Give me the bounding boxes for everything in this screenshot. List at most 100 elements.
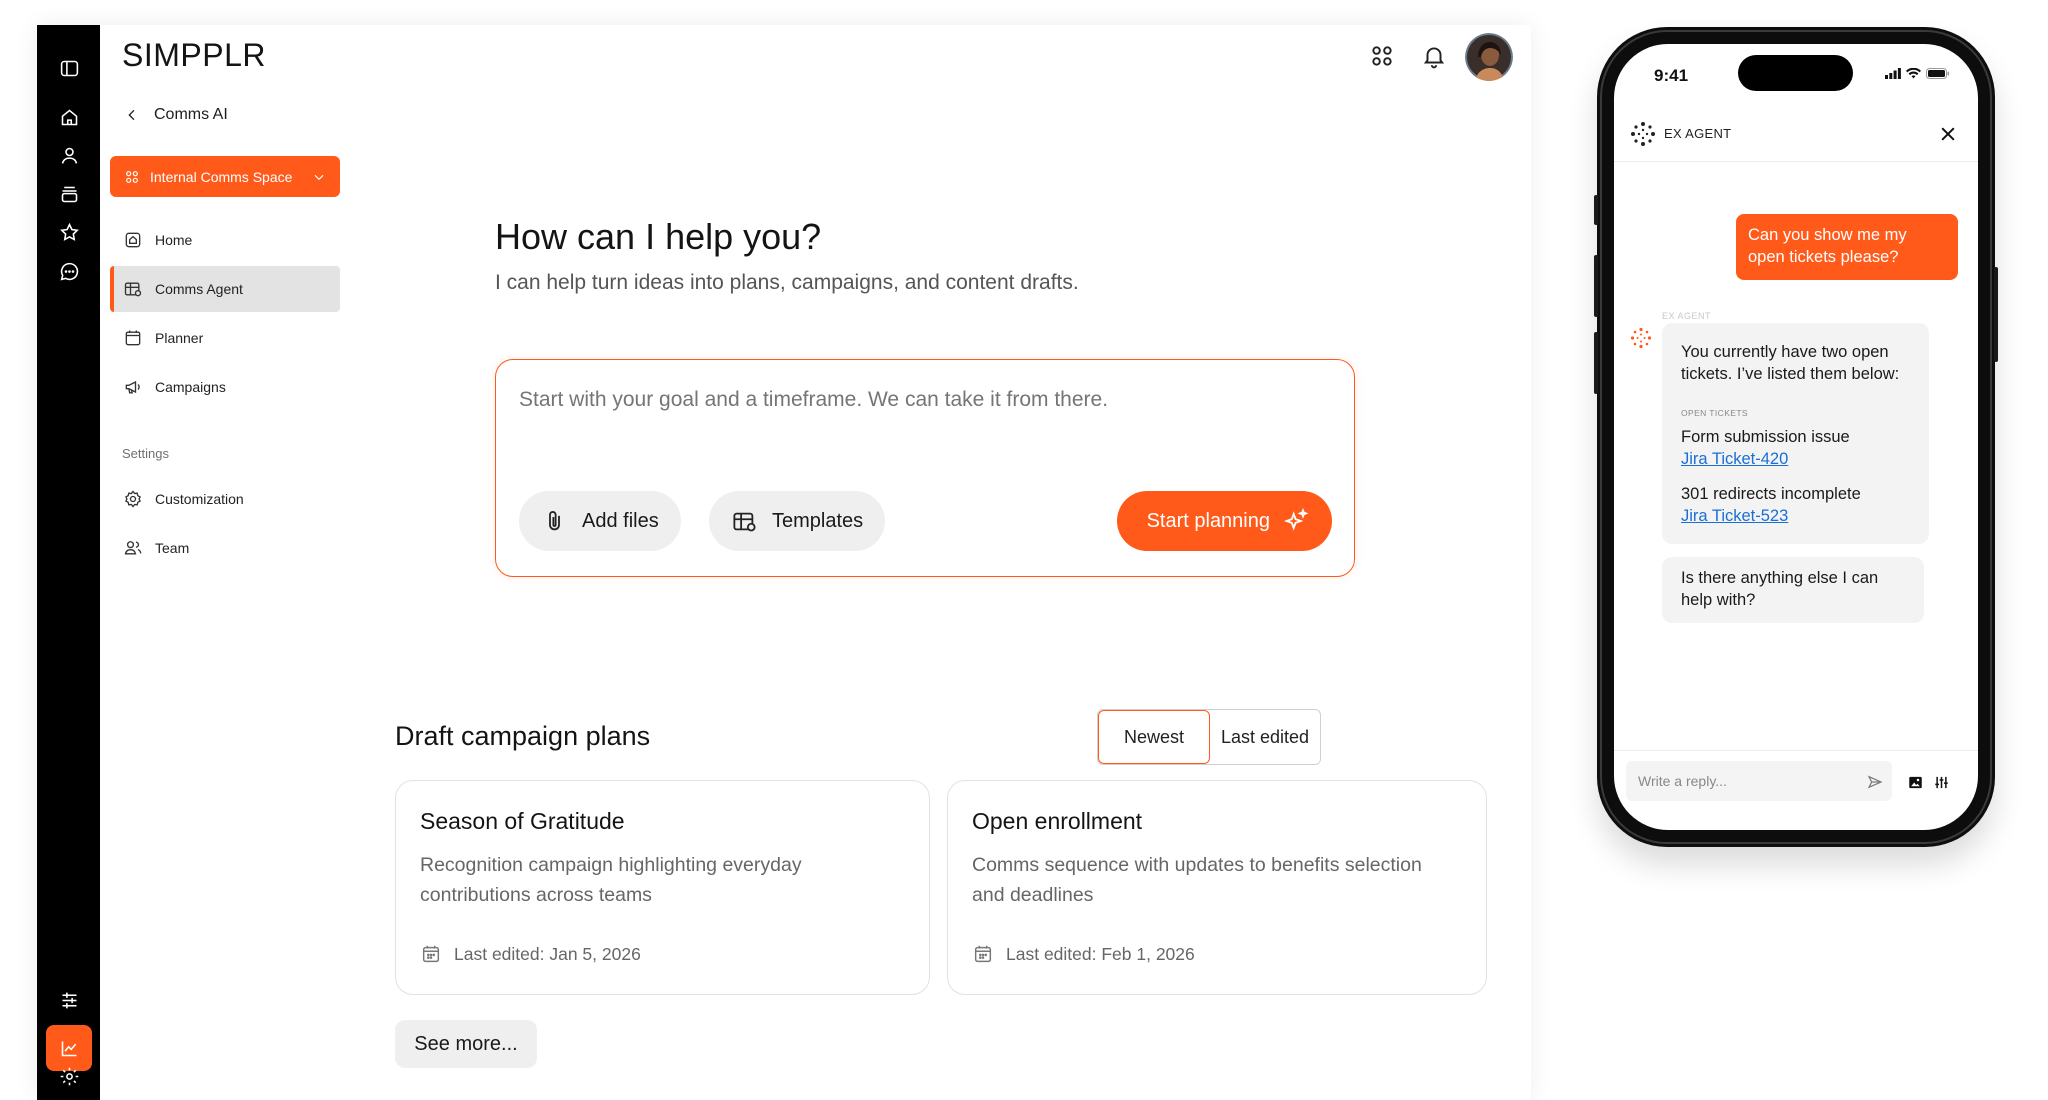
megaphone-icon (125, 380, 140, 394)
see-more-button[interactable]: See more... (395, 1020, 537, 1068)
home-icon (125, 232, 141, 248)
sparkle-icon (1283, 507, 1309, 531)
sidebar-item-team[interactable]: Team (110, 525, 340, 571)
prompt-input[interactable]: Start with your goal and a timeframe. We… (519, 388, 1108, 412)
dynamic-island (1738, 55, 1853, 91)
image-icon[interactable] (1908, 775, 1923, 790)
sidebar-item-planner[interactable]: Planner (110, 315, 340, 361)
status-icons (1885, 68, 1950, 79)
space-selector-label: Internal Comms Space (150, 168, 293, 185)
signal-icon (1885, 68, 1901, 79)
send-icon[interactable] (1867, 774, 1883, 790)
sidebar-item-label: Team (155, 540, 190, 556)
back-to-comms-ai[interactable]: Comms AI (124, 106, 228, 124)
open-tickets-label: OPEN TICKETS (1681, 408, 1748, 418)
sidebar-item-comms-agent[interactable]: Comms Agent (110, 266, 340, 312)
draft-card-date: Last edited: Feb 1, 2026 (972, 943, 1195, 965)
prompt-composer[interactable]: Start with your goal and a timeframe. We… (495, 359, 1355, 577)
sort-last-edited-button[interactable]: Last edited (1210, 710, 1320, 764)
add-files-label: Add files (582, 509, 659, 532)
ex-agent-logo-icon (1631, 122, 1655, 146)
app-window: SIMPPLR Comms AI Internal Comms Space Ho… (37, 25, 1531, 1100)
sidebar-item-home[interactable]: Home (110, 217, 340, 263)
notification-bell-icon[interactable] (1421, 43, 1447, 69)
reply-input[interactable] (1626, 761, 1892, 801)
calendar-icon (422, 945, 440, 963)
draft-card-description: Comms sequence with updates to benefits … (972, 854, 1422, 906)
close-icon[interactable] (1938, 124, 1958, 144)
gear-icon (125, 490, 141, 508)
rail-settings-icon[interactable] (46, 1053, 92, 1099)
phone-screen: 9:41 EX AGENT Can you show me my open ti… (1614, 44, 1978, 830)
apps-grid-icon[interactable] (1369, 43, 1395, 69)
ex-agent-avatar-icon (1630, 327, 1652, 349)
phone-mute-switch (1594, 195, 1598, 225)
sidebar-item-label: Planner (155, 330, 204, 346)
draft-card-date-label: Last edited: Jan 5, 2026 (454, 943, 641, 964)
chat-header: EX AGENT (1614, 107, 1978, 162)
users-icon (124, 541, 142, 555)
status-time: 9:41 (1654, 66, 1689, 85)
draft-card-date-label: Last edited: Feb 1, 2026 (1006, 943, 1195, 964)
table-icon (733, 512, 756, 531)
draft-card-title: Season of Gratitude (420, 808, 625, 834)
top-bar: SIMPPLR (100, 25, 1531, 89)
rail-chat-icon[interactable] (46, 248, 92, 294)
tune-icon[interactable] (1934, 775, 1949, 790)
sidebar-item-label: Customization (155, 491, 244, 507)
sidebar-item-label: Campaigns (155, 379, 226, 395)
phone-power-button (1994, 267, 1998, 362)
sidebar-toggle-icon[interactable] (46, 45, 92, 91)
paperclip-icon (549, 510, 560, 530)
user-avatar[interactable] (1465, 33, 1513, 81)
add-files-button[interactable]: Add files (519, 491, 681, 551)
ticket-title: Form submission issue (1681, 428, 1850, 446)
page-title: How can I help you? (495, 216, 822, 257)
wifi-icon (1906, 68, 1921, 79)
icon-rail (37, 25, 100, 1100)
draft-card[interactable]: Season of Gratitude Recognition campaign… (395, 780, 930, 995)
sidebar-item-label: Home (155, 232, 193, 248)
calendar-icon (125, 330, 141, 346)
draft-card-description: Recognition campaign highlighting everyd… (420, 854, 802, 906)
grid-icon (126, 170, 138, 183)
phone-mockup: 9:41 EX AGENT Can you show me my open ti… (1594, 27, 1998, 847)
sort-toggle: Newest Last edited (1097, 709, 1321, 765)
battery-icon (1926, 68, 1950, 79)
draft-card-date: Last edited: Jan 5, 2026 (420, 943, 641, 965)
ticket-link[interactable]: Jira Ticket-420 (1681, 448, 1910, 470)
start-planning-label: Start planning (1146, 509, 1270, 532)
main-content: How can I help you? I can help turn idea… (355, 89, 1531, 1100)
templates-label: Templates (772, 509, 864, 532)
composer-divider (1614, 750, 1978, 751)
rail-sliders-icon[interactable] (46, 977, 92, 1023)
user-message-bubble: Can you show me my open tickets please? (1736, 214, 1958, 280)
calendar-icon (974, 945, 992, 963)
draft-card[interactable]: Open enrollment Comms sequence with upda… (947, 780, 1487, 995)
start-planning-button[interactable]: Start planning (1116, 491, 1332, 551)
templates-button[interactable]: Templates (709, 491, 886, 551)
sidebar-item-label: Comms Agent (155, 281, 243, 297)
ticket-title: 301 redirects incomplete (1681, 485, 1861, 503)
draft-card-title: Open enrollment (972, 808, 1143, 834)
phone-volume-up (1594, 255, 1598, 317)
back-label: Comms AI (154, 106, 228, 123)
chevron-down-icon (314, 174, 324, 180)
simpplr-logo[interactable]: SIMPPLR (122, 37, 266, 74)
drafts-section-title: Draft campaign plans (395, 721, 651, 751)
ticket-link[interactable]: Jira Ticket-523 (1681, 505, 1910, 527)
agent-reply-text: You currently have two open tickets. I’v… (1681, 343, 1900, 383)
agent-message-bubble: You currently have two open tickets. I’v… (1662, 323, 1929, 544)
sidebar-item-campaigns[interactable]: Campaigns (110, 364, 340, 410)
chevron-left-icon (128, 109, 135, 121)
table-icon (124, 282, 142, 297)
phone-volume-down (1594, 332, 1598, 394)
settings-section-label: Settings (122, 446, 169, 461)
page-subtitle: I can help turn ideas into plans, campai… (495, 271, 1079, 294)
agent-followup-bubble: Is there anything else I can help with? (1662, 557, 1924, 623)
space-selector[interactable]: Internal Comms Space (110, 156, 340, 197)
sidebar-item-customization[interactable]: Customization (110, 476, 340, 522)
secondary-sidebar: Comms AI Internal Comms Space Home Comms… (100, 89, 355, 1100)
chat-agent-title: EX AGENT (1664, 126, 1732, 141)
sort-newest-button[interactable]: Newest (1098, 710, 1210, 764)
